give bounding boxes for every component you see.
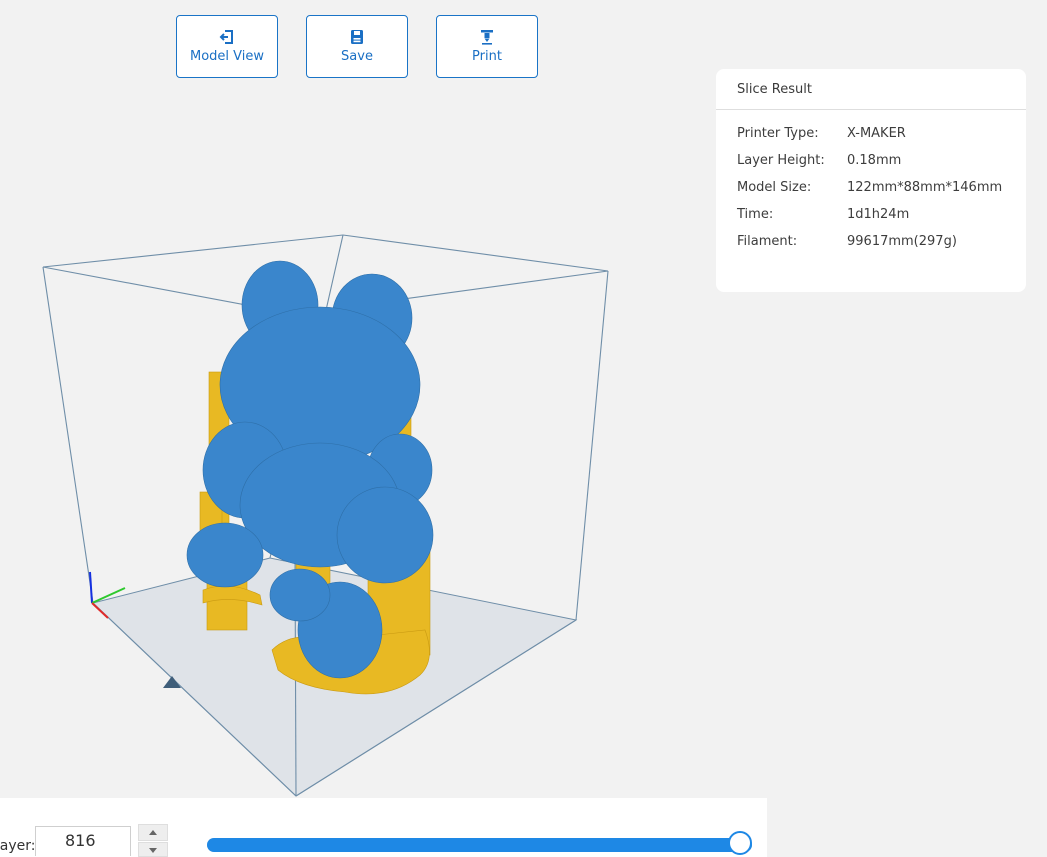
layer-height-row: Layer Height: 0.18mm — [716, 147, 1026, 174]
layer-decrement-button[interactable] — [138, 842, 168, 857]
printer-type-row: Printer Type: X-MAKER — [716, 120, 1026, 147]
model-view-button[interactable]: Model View — [176, 15, 278, 78]
time-row: Time: 1d1h24m — [716, 201, 1026, 228]
save-button[interactable]: Save — [306, 15, 408, 78]
caret-up-icon — [149, 830, 157, 835]
slice-result-panel: Slice Result Printer Type: X-MAKER Layer… — [716, 69, 1026, 292]
model-size-row: Model Size: 122mm*88mm*146mm — [716, 174, 1026, 201]
model-view-label: Model View — [189, 49, 264, 64]
row-key: Layer Height: — [737, 153, 825, 168]
row-value: 122mm*88mm*146mm — [847, 180, 1003, 195]
row-key: Time: — [737, 207, 774, 222]
row-value: X-MAKER — [847, 126, 906, 141]
caret-down-icon — [149, 848, 157, 853]
row-key: Printer Type: — [737, 126, 819, 141]
print-label: Print — [472, 49, 502, 64]
filament-row: Filament: 99617mm(297g) — [716, 228, 1026, 255]
print-button[interactable]: Print — [436, 15, 538, 78]
exit-to-model-icon — [219, 30, 233, 44]
layer-slider-fill — [207, 838, 752, 852]
layer-slider-thumb[interactable] — [728, 831, 752, 855]
row-key: Filament: — [737, 234, 798, 249]
nozzle-icon — [481, 30, 493, 45]
save-label: Save — [341, 49, 373, 64]
layer-control-bar: Layer: 816 — [0, 798, 767, 857]
row-key: Model Size: — [737, 180, 812, 195]
floppy-disk-icon — [351, 30, 363, 44]
row-value: 99617mm(297g) — [847, 234, 957, 249]
layer-label: Layer: — [0, 838, 36, 854]
slice-result-title: Slice Result — [716, 69, 1026, 110]
row-value: 0.18mm — [847, 153, 902, 168]
row-value: 1d1h24m — [847, 207, 910, 222]
slicer-workspace: Model View Save Print Slice Result Print… — [0, 0, 1047, 857]
slice-result-rows: Printer Type: X-MAKER Layer Height: 0.18… — [716, 110, 1026, 255]
layer-increment-button[interactable] — [138, 824, 168, 841]
layer-slider-track[interactable] — [207, 838, 752, 852]
layer-number-input[interactable]: 816 — [35, 826, 131, 856]
